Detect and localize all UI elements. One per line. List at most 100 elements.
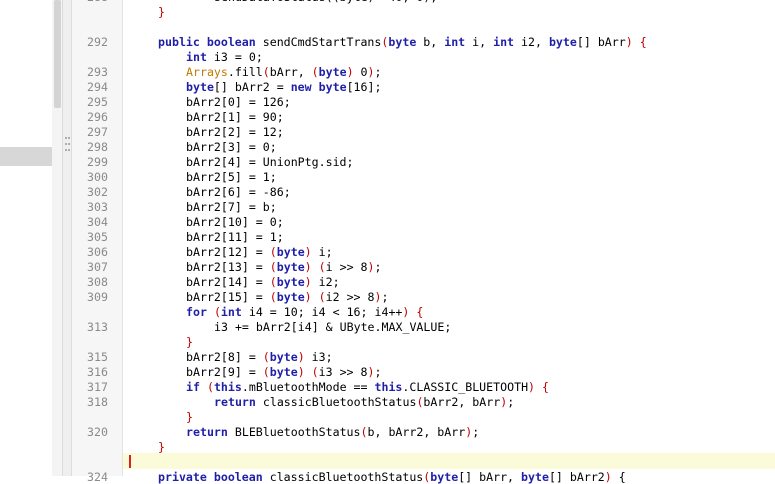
code-token: ; bbox=[507, 395, 515, 409]
code-line[interactable]: bArr2[4] = UnionPtg.sid; bbox=[186, 155, 354, 169]
code-token: sendCmdStartTrans bbox=[255, 35, 382, 49]
current-line-highlight bbox=[123, 453, 775, 469]
code-line[interactable]: return classicBluetoothStatus(bArr2, bAr… bbox=[214, 395, 514, 409]
code-line[interactable]: } bbox=[158, 440, 165, 454]
code-token: return bbox=[214, 395, 256, 409]
code-token: { bbox=[535, 380, 549, 394]
code-token: bArr2[3] = 0; bbox=[186, 140, 277, 154]
code-line[interactable]: i3 += bArr2[i4] & UByte.MAX_VALUE; bbox=[214, 320, 451, 334]
code-token: ) bbox=[304, 275, 312, 289]
code-token: ( bbox=[269, 275, 277, 289]
tree-selected-row[interactable] bbox=[0, 147, 52, 166]
code-token: [] bArr, bbox=[458, 470, 522, 484]
code-line[interactable]: sendDataToStatus((byte) -40, 0); bbox=[214, 0, 437, 4]
code-line[interactable]: bArr2[2] = 12; bbox=[186, 125, 284, 139]
project-tree-scrollbar-thumb[interactable] bbox=[54, 0, 61, 108]
code-token: bArr2[8] = bbox=[186, 350, 263, 364]
line-number: 288 bbox=[72, 0, 108, 4]
code-token: ( bbox=[360, 425, 368, 439]
code-line[interactable]: for (int i4 = 10; i4 < 16; i4++) { bbox=[186, 305, 423, 319]
line-number: 297 bbox=[87, 125, 108, 139]
code-line[interactable]: int i3 = 0; bbox=[186, 50, 263, 64]
code-token: ) bbox=[604, 470, 612, 484]
code-line[interactable]: if (this.mBluetoothMode == this.CLASSIC_… bbox=[186, 380, 549, 394]
code-line[interactable]: bArr2[7] = b; bbox=[186, 200, 277, 214]
code-token: .CLASSIC_BLUETOOTH bbox=[402, 380, 529, 394]
code-token: bArr2[2] = 12; bbox=[186, 125, 284, 139]
code-token: byte bbox=[276, 260, 305, 274]
code-token: ( bbox=[262, 65, 270, 79]
code-token: [] bArr2 = bbox=[213, 80, 291, 94]
code-token: i2; bbox=[311, 275, 340, 289]
code-token: ( bbox=[311, 365, 319, 379]
code-token: bArr2[7] = b; bbox=[186, 200, 277, 214]
code-line[interactable]: bArr2[12] = (byte) i; bbox=[186, 245, 333, 259]
code-line[interactable]: byte[] bArr2 = new byte[16]; bbox=[186, 80, 381, 94]
code-token: BLEBluetoothStatus bbox=[227, 425, 361, 439]
code-line[interactable]: bArr2[6] = -86; bbox=[186, 185, 291, 199]
code-token: i2, bbox=[514, 35, 549, 49]
code-line[interactable]: bArr2[14] = (byte) i2; bbox=[186, 275, 340, 289]
code-token: int bbox=[220, 305, 242, 319]
line-number: 305 bbox=[87, 230, 108, 244]
code-token: 0 bbox=[353, 65, 368, 79]
code-token: for bbox=[186, 305, 207, 319]
code-token: this bbox=[374, 380, 403, 394]
code-token: byte bbox=[548, 35, 577, 49]
code-line[interactable]: bArr2[8] = (byte) i3; bbox=[186, 350, 333, 364]
code-token: public bbox=[158, 35, 200, 49]
code-token: ; bbox=[381, 290, 389, 304]
code-token: byte bbox=[388, 35, 417, 49]
code-token: i3 >> 8 bbox=[318, 365, 368, 379]
code-line[interactable]: public boolean sendCmdStartTrans(byte b,… bbox=[158, 35, 647, 49]
code-token: bArr2, bArr bbox=[423, 395, 501, 409]
code-token: ) bbox=[367, 260, 375, 274]
code-token: ) bbox=[304, 290, 312, 304]
code-token: i >> 8 bbox=[325, 260, 368, 274]
code-line[interactable]: } bbox=[158, 5, 165, 19]
line-number: 316 bbox=[87, 365, 108, 379]
code-token: byte bbox=[269, 350, 298, 364]
code-token: ) bbox=[367, 365, 375, 379]
code-line[interactable]: return BLEBluetoothStatus(b, bArr2, bArr… bbox=[186, 425, 479, 439]
code-token: b, bArr2, bArr bbox=[367, 425, 466, 439]
line-number: 317 bbox=[87, 380, 108, 394]
code-token: ( bbox=[213, 305, 221, 319]
code-token: ) bbox=[297, 365, 305, 379]
line-number: 304 bbox=[87, 215, 108, 229]
code-line[interactable]: bArr2[13] = (byte) (i >> 8); bbox=[186, 260, 381, 274]
panel-splitter[interactable] bbox=[62, 0, 72, 476]
code-line[interactable]: } bbox=[186, 335, 193, 349]
code-line[interactable]: bArr2[10] = 0; bbox=[186, 215, 284, 229]
code-line[interactable]: bArr2[3] = 0; bbox=[186, 140, 277, 154]
code-token: int bbox=[493, 35, 515, 49]
code-token: [] bArr2 bbox=[548, 470, 605, 484]
code-token: boolean bbox=[213, 470, 263, 484]
line-number: 315 bbox=[87, 350, 108, 364]
code-line[interactable]: bArr2[9] = (byte) (i3 >> 8); bbox=[186, 365, 381, 379]
text-caret bbox=[129, 455, 131, 468]
code-line[interactable]: bArr2[5] = 1; bbox=[186, 170, 277, 184]
code-line[interactable]: } bbox=[186, 410, 193, 424]
code-token: sendDataToStatus((byte) -40, 0); bbox=[214, 0, 437, 4]
code-line[interactable]: bArr2[0] = 126; bbox=[186, 95, 291, 109]
code-token: ( bbox=[262, 350, 270, 364]
code-token: bArr2[0] = 126; bbox=[186, 95, 291, 109]
code-token: i3; bbox=[304, 350, 333, 364]
code-token: bArr2[4] = UnionPtg.sid; bbox=[186, 155, 354, 169]
code-token: i3 = 0; bbox=[206, 50, 263, 64]
code-line[interactable]: Arrays.fill(bArr, (byte) 0); bbox=[186, 65, 382, 79]
code-token: byte bbox=[521, 470, 549, 484]
line-number: 318 bbox=[87, 395, 108, 409]
code-line[interactable]: private boolean classicBluetoothStatus(b… bbox=[158, 470, 626, 484]
code-token: bArr2[12] = bbox=[186, 245, 270, 259]
line-number: 302 bbox=[87, 185, 108, 199]
code-line[interactable]: bArr2[15] = (byte) (i2 >> 8); bbox=[186, 290, 388, 304]
code-line[interactable]: bArr2[1] = 90; bbox=[186, 110, 284, 124]
code-token: ( bbox=[262, 365, 270, 379]
code-token: { bbox=[611, 470, 626, 484]
code-line[interactable]: bArr2[11] = 1; bbox=[186, 230, 284, 244]
